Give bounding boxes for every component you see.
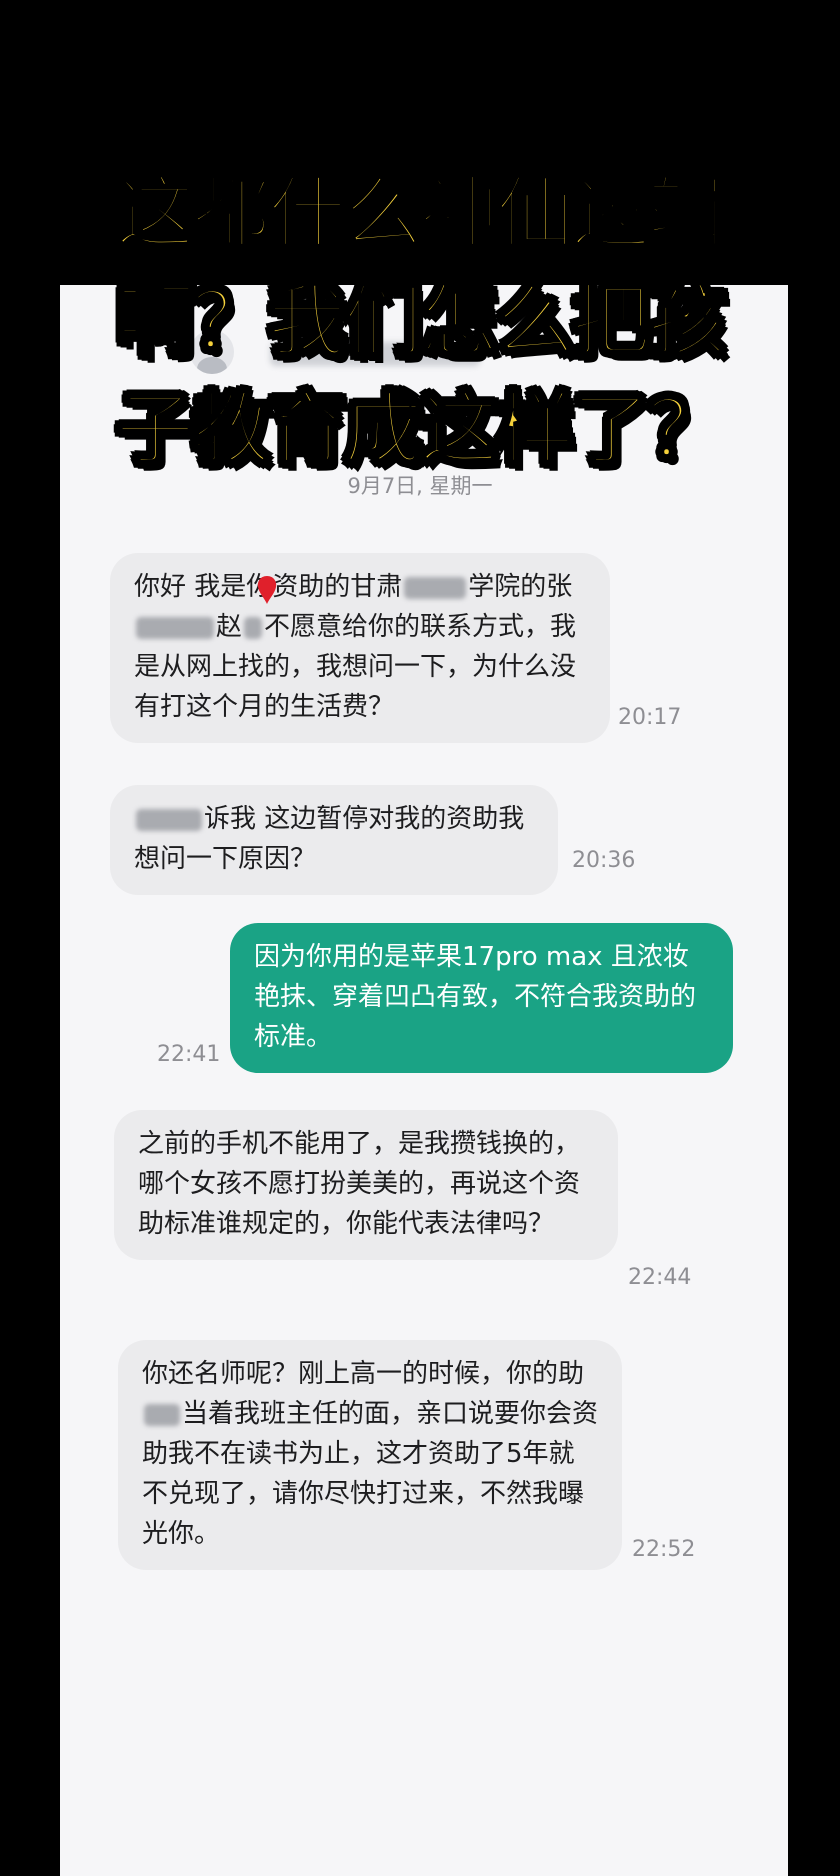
redaction-mark xyxy=(244,616,263,639)
message-bubble-incoming[interactable]: 你还名师呢？刚上高一的时候，你的助当着我班主任的面，亲口说要你会资助我不在读书为… xyxy=(118,1340,622,1570)
message-bubble-incoming[interactable]: 诉我 这边暂停对我的资助我想问一下原因？ xyxy=(110,785,558,895)
message-bubble-outgoing[interactable]: 因为你用的是苹果17pro max 且浓妆艳抹、穿着凹凸有致，不符合我资助的标准… xyxy=(230,923,733,1073)
redaction-mark xyxy=(136,808,202,831)
message-text: 学院的张 xyxy=(468,572,573,602)
message-time: 20:36 xyxy=(572,848,636,873)
red-pin-icon xyxy=(257,576,277,604)
overlay-caption: 这都什么神仙逻辑 啊？我们怎么把孩 子教育成这样了？ xyxy=(0,160,840,484)
message-time: 22:41 xyxy=(157,1042,221,1067)
message-time: 22:44 xyxy=(628,1265,692,1290)
message-text: 赵 xyxy=(216,612,243,642)
redaction-mark xyxy=(136,616,214,639)
message-text: 你还名师呢？刚上高一的时候，你的助 xyxy=(142,1359,585,1389)
caption-line-2: 啊？我们怎么把孩 xyxy=(114,276,727,369)
redaction-mark xyxy=(144,1403,180,1426)
message-bubble-incoming[interactable]: 你好 我是你资助的甘肃 学院的张赵 不愿意给你的联系方式，我是从网上找的，我想问一下… xyxy=(110,553,610,743)
message-text: 当着我班主任的面，亲口说要你会资助我不在读书为止，这才资助了5年就不兑现了，请你… xyxy=(142,1399,599,1549)
redaction-mark xyxy=(404,576,467,599)
message-time: 20:17 xyxy=(618,705,682,730)
caption-line-1: 这都什么神仙逻辑 xyxy=(114,168,727,261)
caption-line-3: 子教育成这样了？ xyxy=(114,384,727,477)
message-bubble-incoming[interactable]: 之前的手机不能用了，是我攒钱换的，哪个女孩不愿打扮美美的，再说这个资助标准谁规定… xyxy=(114,1110,618,1260)
message-time: 22:52 xyxy=(632,1537,696,1562)
chat-screen xyxy=(60,285,788,1876)
